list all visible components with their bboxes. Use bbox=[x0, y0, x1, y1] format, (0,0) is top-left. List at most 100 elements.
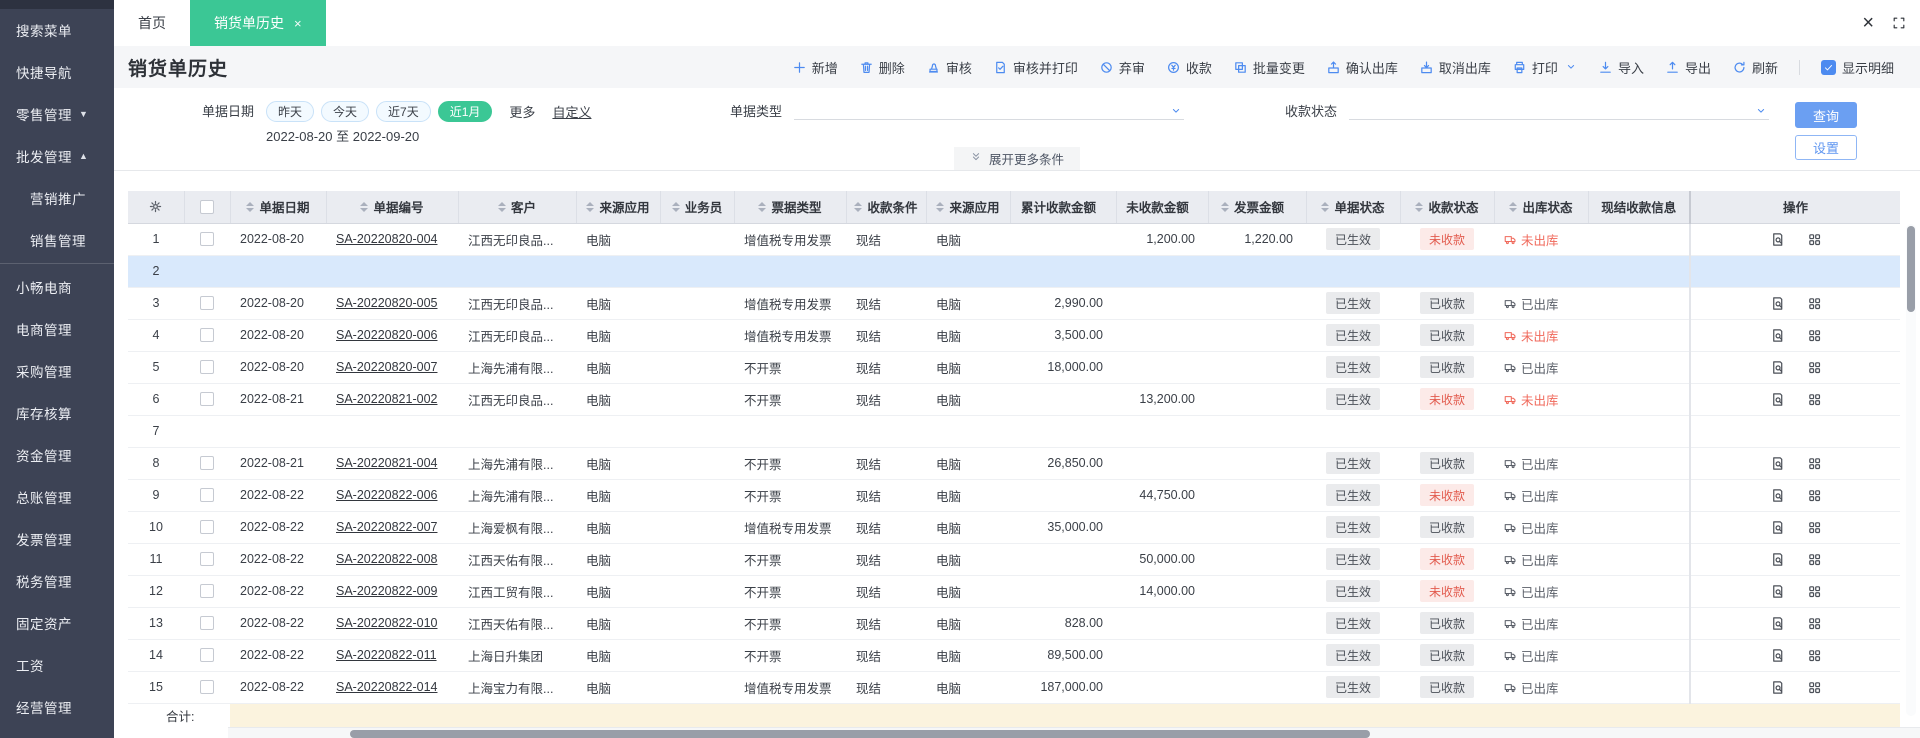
date-quick-pill-3[interactable]: 近1月 bbox=[437, 101, 493, 122]
sidebar-item-quick-nav[interactable]: 快捷导航 bbox=[0, 51, 114, 93]
col-header-doc_status[interactable]: 单据状态 bbox=[1306, 191, 1401, 224]
more-actions-icon[interactable] bbox=[1807, 232, 1822, 247]
table-row[interactable]: 10 2022-08-22 SA-20220822-007 上海爱枫有限... 电脑 增值… bbox=[128, 511, 1900, 544]
chevron-down-icon[interactable] bbox=[1565, 61, 1577, 73]
date-quick-pill-2[interactable]: 近7天 bbox=[376, 101, 431, 122]
sort-icon[interactable] bbox=[671, 201, 680, 212]
table-row[interactable]: 2 bbox=[128, 255, 1900, 288]
audit-button[interactable]: 审核 bbox=[926, 58, 972, 77]
sort-icon[interactable] bbox=[854, 201, 863, 212]
sidebar-item-tax-mgmt[interactable]: 税务管理 bbox=[0, 560, 114, 602]
tab-sales-history[interactable]: 销货单历史 × bbox=[190, 0, 326, 46]
doc-code-link[interactable]: SA-20220821-002 bbox=[336, 392, 437, 406]
sort-icon[interactable] bbox=[360, 201, 369, 212]
cancel-outbound-button[interactable]: 取消出库 bbox=[1419, 58, 1491, 77]
col-header-customer[interactable]: 客户 bbox=[458, 191, 577, 224]
row-checkbox[interactable] bbox=[200, 296, 214, 311]
more-actions-icon[interactable] bbox=[1807, 360, 1822, 375]
row-checkbox[interactable] bbox=[200, 648, 214, 663]
more-actions-icon[interactable] bbox=[1807, 296, 1822, 311]
show-detail-checkbox[interactable]: 显示明细 bbox=[1820, 58, 1894, 77]
view-detail-icon[interactable] bbox=[1770, 680, 1785, 695]
sidebar-item-sales-mgmt[interactable]: 销售管理 bbox=[0, 219, 114, 261]
more-actions-icon[interactable] bbox=[1807, 584, 1822, 599]
horizontal-scrollbar[interactable] bbox=[228, 727, 1920, 738]
vertical-scrollbar[interactable] bbox=[1906, 224, 1916, 716]
more-actions-icon[interactable] bbox=[1807, 648, 1822, 663]
sidebar-item-xiaochang-ecommerce[interactable]: 小畅电商 bbox=[0, 266, 114, 308]
col-header-date[interactable]: 单据日期 bbox=[230, 191, 327, 224]
delete-button[interactable]: 删除 bbox=[859, 58, 905, 77]
sort-icon[interactable] bbox=[1415, 201, 1424, 212]
view-detail-icon[interactable] bbox=[1770, 328, 1785, 343]
more-actions-icon[interactable] bbox=[1807, 552, 1822, 567]
export-button[interactable]: 导出 bbox=[1665, 58, 1711, 77]
col-header-code[interactable]: 单据编号 bbox=[326, 191, 459, 224]
view-detail-icon[interactable] bbox=[1770, 584, 1785, 599]
table-row[interactable]: 14 2022-08-22 SA-20220822-011 上海日升集团 电脑 不开票 现结… bbox=[128, 639, 1900, 672]
row-checkbox[interactable] bbox=[200, 552, 214, 567]
pay-status-select[interactable] bbox=[1349, 101, 1770, 120]
sort-icon[interactable] bbox=[936, 201, 945, 212]
sidebar-item-capital-mgmt[interactable]: 资金管理 bbox=[0, 434, 114, 476]
date-more-link[interactable]: 更多 bbox=[509, 102, 535, 121]
sort-icon[interactable] bbox=[758, 201, 767, 212]
more-actions-icon[interactable] bbox=[1807, 520, 1822, 535]
table-row[interactable]: 5 2022-08-20 SA-20220820-007 上海先浦有限... 电脑 不开票… bbox=[128, 351, 1900, 384]
doc-code-link[interactable]: SA-20220820-007 bbox=[336, 360, 437, 374]
confirm-outbound-button[interactable]: 确认出库 bbox=[1326, 58, 1398, 77]
add-button[interactable]: 新增 bbox=[792, 58, 838, 77]
row-checkbox[interactable] bbox=[200, 584, 214, 599]
table-row[interactable]: 4 2022-08-20 SA-20220820-006 江西无印良品... 电脑 增值税… bbox=[128, 319, 1900, 352]
more-actions-icon[interactable] bbox=[1807, 392, 1822, 407]
col-header-pay_cond[interactable]: 收款条件 bbox=[846, 191, 927, 224]
doc-code-link[interactable]: SA-20220822-008 bbox=[336, 552, 437, 566]
row-checkbox[interactable] bbox=[200, 232, 214, 247]
sidebar-item-purchase-mgmt[interactable]: 采购管理 bbox=[0, 350, 114, 392]
row-checkbox[interactable] bbox=[200, 328, 214, 343]
table-row[interactable]: 8 2022-08-21 SA-20220821-004 上海先浦有限... 电脑 不开票… bbox=[128, 447, 1900, 480]
table-row[interactable]: 6 2022-08-21 SA-20220821-002 江西无印良品... 电脑 不开票… bbox=[128, 383, 1900, 416]
col-header-source[interactable]: 来源应用 bbox=[576, 191, 661, 224]
more-actions-icon[interactable] bbox=[1807, 488, 1822, 503]
horizontal-scrollbar-thumb[interactable] bbox=[350, 729, 1370, 738]
date-quick-pill-0[interactable]: 昨天 bbox=[266, 101, 315, 122]
sidebar-item-wholesale-mgmt[interactable]: 批发管理 ▲ bbox=[0, 135, 114, 177]
tab-close-icon[interactable]: × bbox=[294, 16, 302, 31]
row-checkbox[interactable] bbox=[200, 456, 214, 471]
view-detail-icon[interactable] bbox=[1770, 520, 1785, 535]
sort-icon[interactable] bbox=[1220, 201, 1229, 212]
gear-icon[interactable] bbox=[148, 199, 163, 214]
sidebar-item-marketing-promo[interactable]: 营销推广 bbox=[0, 177, 114, 219]
row-checkbox[interactable] bbox=[200, 360, 214, 375]
view-detail-icon[interactable] bbox=[1770, 392, 1785, 407]
fullscreen-icon[interactable] bbox=[1892, 16, 1906, 30]
sidebar-item-inventory-accounting[interactable]: 库存核算 bbox=[0, 392, 114, 434]
view-detail-icon[interactable] bbox=[1770, 616, 1785, 631]
doc-code-link[interactable]: SA-20220822-007 bbox=[336, 520, 437, 534]
sidebar-item-fixed-assets[interactable]: 固定资产 bbox=[0, 602, 114, 644]
date-custom-link[interactable]: 自定义 bbox=[552, 102, 591, 121]
col-header-source2[interactable]: 来源应用 bbox=[926, 191, 1011, 224]
doc-code-link[interactable]: SA-20220822-011 bbox=[336, 648, 437, 662]
more-actions-icon[interactable] bbox=[1807, 328, 1822, 343]
view-detail-icon[interactable] bbox=[1770, 360, 1785, 375]
sidebar-item-business-mgmt[interactable]: 经营管理 bbox=[0, 686, 114, 728]
settings-button[interactable]: 设置 bbox=[1795, 135, 1857, 160]
sidebar-item-general-ledger[interactable]: 总账管理 bbox=[0, 476, 114, 518]
col-header-invoice[interactable]: 发票金额 bbox=[1208, 191, 1307, 224]
view-detail-icon[interactable] bbox=[1770, 296, 1785, 311]
sort-icon[interactable] bbox=[497, 201, 506, 212]
table-row[interactable]: 7 bbox=[128, 415, 1900, 448]
doc-type-select[interactable] bbox=[794, 101, 1185, 120]
expand-more-conditions[interactable]: 展开更多条件 bbox=[953, 147, 1081, 170]
refresh-button[interactable]: 刷新 bbox=[1732, 58, 1778, 77]
table-row[interactable]: 13 2022-08-22 SA-20220822-010 江西天佑有限... 电脑 不开… bbox=[128, 607, 1900, 640]
audit-print-button[interactable]: 审核并打印 bbox=[993, 58, 1078, 77]
sidebar-item-invoice-mgmt[interactable]: 发票管理 bbox=[0, 518, 114, 560]
view-detail-icon[interactable] bbox=[1770, 456, 1785, 471]
col-header-check[interactable] bbox=[184, 191, 231, 224]
table-row[interactable]: 9 2022-08-22 SA-20220822-006 上海先浦有限... 电脑 不开票… bbox=[128, 479, 1900, 512]
col-header-bill_type[interactable]: 票据类型 bbox=[734, 191, 847, 224]
table-row[interactable]: 11 2022-08-22 SA-20220822-008 江西天佑有限... 电脑 不开… bbox=[128, 543, 1900, 576]
